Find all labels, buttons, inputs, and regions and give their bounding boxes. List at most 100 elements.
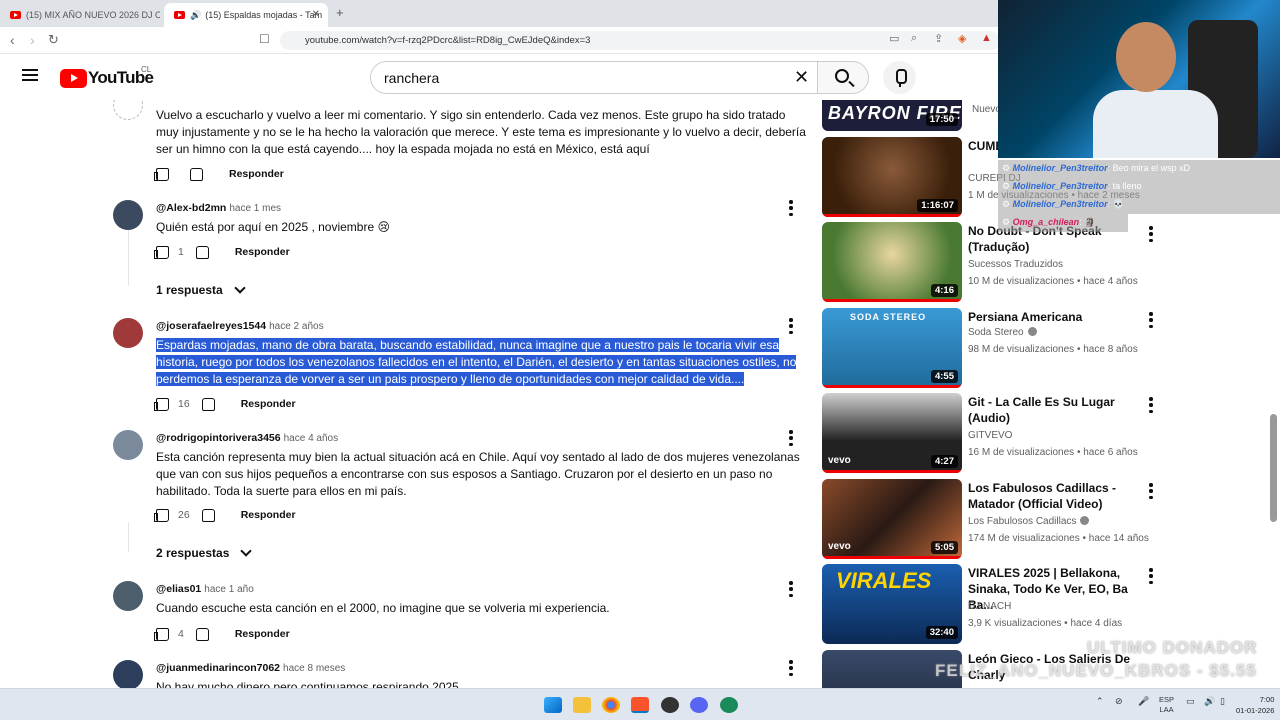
view-replies-button[interactable]: 2 respuestas (156, 545, 253, 560)
comment-time[interactable]: hace 1 mes (229, 203, 281, 214)
video-title[interactable]: Persiana Americana (968, 309, 1138, 325)
channel-name[interactable]: Los Fabulosos Cadillacs (968, 516, 1090, 527)
more-options-icon[interactable] (1148, 397, 1154, 413)
avatar[interactable] (113, 100, 143, 120)
avatar[interactable] (113, 430, 143, 460)
brave-shield-icon[interactable]: ◈ (958, 32, 966, 45)
microphone-icon[interactable]: 🎤 (1138, 696, 1149, 707)
cast-icon[interactable]: ▭ (889, 32, 899, 45)
more-options-icon[interactable] (788, 318, 794, 334)
comment-time[interactable]: hace 2 años (269, 321, 324, 332)
voice-search-icon[interactable] (883, 61, 916, 94)
more-options-icon[interactable] (1148, 483, 1154, 499)
like-icon[interactable] (154, 397, 169, 411)
comment-author[interactable]: @elias01 (156, 583, 201, 595)
like-icon[interactable] (154, 508, 169, 522)
browser-tab-2[interactable]: 🔊 (15) Espaldas mojadas - Tam ✕ (164, 3, 328, 27)
related-video[interactable]: SODA STEREO 4:55 Persiana Americana Soda … (822, 308, 1162, 388)
video-title[interactable]: Git - La Calle Es Su Lugar (Audio) (968, 394, 1138, 426)
discord-icon[interactable] (690, 697, 708, 713)
comment-author[interactable]: @Alex-bd2mn (156, 202, 226, 214)
clear-search-icon[interactable]: ✕ (794, 67, 809, 88)
chat-text: : Beo mira el wsp xD (1107, 163, 1191, 173)
video-thumbnail[interactable]: BAYRON FIRE 17:50 (822, 100, 962, 131)
video-thumbnail[interactable]: SODA STEREO 4:55 (822, 308, 962, 388)
comment-author[interactable]: @juanmedinarincon7062 (156, 662, 280, 674)
channel-name[interactable]: Sucessos Traduzidos (968, 259, 1063, 270)
related-video[interactable]: VIRALES 32:40 VIRALES 2025 | Bellakona, S… (822, 564, 1162, 644)
dislike-icon[interactable] (190, 167, 203, 181)
search-button[interactable] (817, 61, 869, 94)
brave-icon[interactable] (631, 697, 649, 713)
avatar[interactable] (113, 318, 143, 348)
tray-icon[interactable]: ⊘ (1115, 696, 1123, 707)
menu-icon[interactable] (22, 69, 38, 81)
reply-button[interactable]: Responder (241, 398, 296, 410)
avatar[interactable] (113, 660, 143, 688)
comment-time[interactable]: hace 8 meses (283, 663, 345, 674)
video-thumbnail[interactable]: 4:16 (822, 222, 962, 302)
forward-icon[interactable]: › (30, 32, 35, 48)
comment-actions: 4 Responder (154, 626, 290, 642)
volume-icon[interactable]: 🔊 (1204, 696, 1215, 707)
more-options-icon[interactable] (788, 430, 794, 446)
more-options-icon[interactable] (788, 581, 794, 597)
channel-name[interactable]: GITVEVO (968, 430, 1012, 441)
browser-tab-1[interactable]: (15) MIX AÑO NUEVO 2026 DJ OSCA (0, 3, 160, 27)
system-clock[interactable]: 7:00 01-01-2026 (1236, 694, 1274, 716)
like-icon[interactable] (154, 245, 169, 259)
more-options-icon[interactable] (1148, 226, 1154, 242)
zoom-icon[interactable]: ⌕ (911, 32, 917, 45)
file-explorer-icon[interactable] (573, 697, 591, 713)
show-hidden-icons[interactable]: ⌃ (1096, 696, 1104, 707)
bookmark-icon[interactable]: ☐ (259, 32, 270, 46)
comment-time[interactable]: hace 4 años (284, 433, 339, 444)
video-title[interactable]: Los Fabulosos Cadillacs - Matador (Offic… (968, 480, 1138, 512)
close-tab-icon[interactable]: ✕ (312, 9, 320, 20)
like-icon[interactable] (154, 627, 169, 641)
start-icon[interactable] (544, 697, 562, 713)
reply-button[interactable]: Responder (235, 628, 290, 640)
channel-name[interactable]: Soda Stereo (968, 327, 1037, 338)
more-options-icon[interactable] (788, 660, 794, 676)
more-options-icon[interactable] (1148, 568, 1154, 584)
back-icon[interactable]: ‹ (10, 32, 15, 48)
related-video[interactable]: 4:16 No Doubt - Don't Speak (Tradução) S… (822, 222, 1162, 302)
more-options-icon[interactable] (1148, 312, 1154, 328)
share-icon[interactable]: ⇪ (934, 32, 943, 45)
view-replies-button[interactable]: 1 respuesta (156, 282, 246, 297)
comment-author[interactable]: @joserafaelreyes1544 (156, 320, 266, 332)
battery-icon[interactable]: ▯ (1220, 696, 1225, 707)
dislike-icon[interactable] (195, 627, 209, 641)
dislike-icon[interactable] (195, 245, 209, 259)
like-icon[interactable] (154, 167, 169, 181)
avatar[interactable] (113, 581, 143, 611)
page-scrollbar[interactable] (1270, 414, 1277, 522)
reply-button[interactable]: Responder (229, 168, 284, 180)
related-video[interactable]: vevo 5:05 Los Fabulosos Cadillacs - Matad… (822, 479, 1162, 559)
video-thumbnail[interactable]: vevo 5:05 (822, 479, 962, 559)
dislike-icon[interactable] (201, 508, 215, 522)
youtube-logo-icon[interactable] (60, 69, 87, 88)
more-options-icon[interactable] (788, 200, 794, 216)
new-tab-icon[interactable]: + (336, 5, 344, 20)
rewards-icon[interactable]: ▲ (981, 32, 992, 44)
search-input[interactable]: ranchera (370, 61, 818, 94)
reply-button[interactable]: Responder (235, 246, 290, 258)
reload-icon[interactable]: ↻ (48, 32, 59, 48)
reply-button[interactable]: Responder (241, 509, 296, 521)
dislike-icon[interactable] (201, 397, 215, 411)
video-thumbnail[interactable]: vevo 4:27 (822, 393, 962, 473)
video-thumbnail[interactable]: VIRALES 32:40 (822, 564, 962, 644)
video-thumbnail[interactable]: 1:16:07 (822, 137, 962, 217)
language-indicator[interactable]: ESP LAA (1159, 695, 1174, 715)
channel-name[interactable]: DJ NACH (968, 601, 1011, 612)
obs-icon[interactable] (661, 697, 679, 713)
comment-author[interactable]: @rodrigopintorivera3456 (156, 432, 281, 444)
avatar[interactable] (113, 200, 143, 230)
app-icon[interactable] (720, 697, 738, 713)
chrome-icon[interactable] (602, 697, 620, 713)
network-icon[interactable]: ▭ (1186, 696, 1195, 707)
comment-time[interactable]: hace 1 año (204, 584, 254, 595)
related-video[interactable]: vevo 4:27 Git - La Calle Es Su Lugar (Aud… (822, 393, 1162, 473)
